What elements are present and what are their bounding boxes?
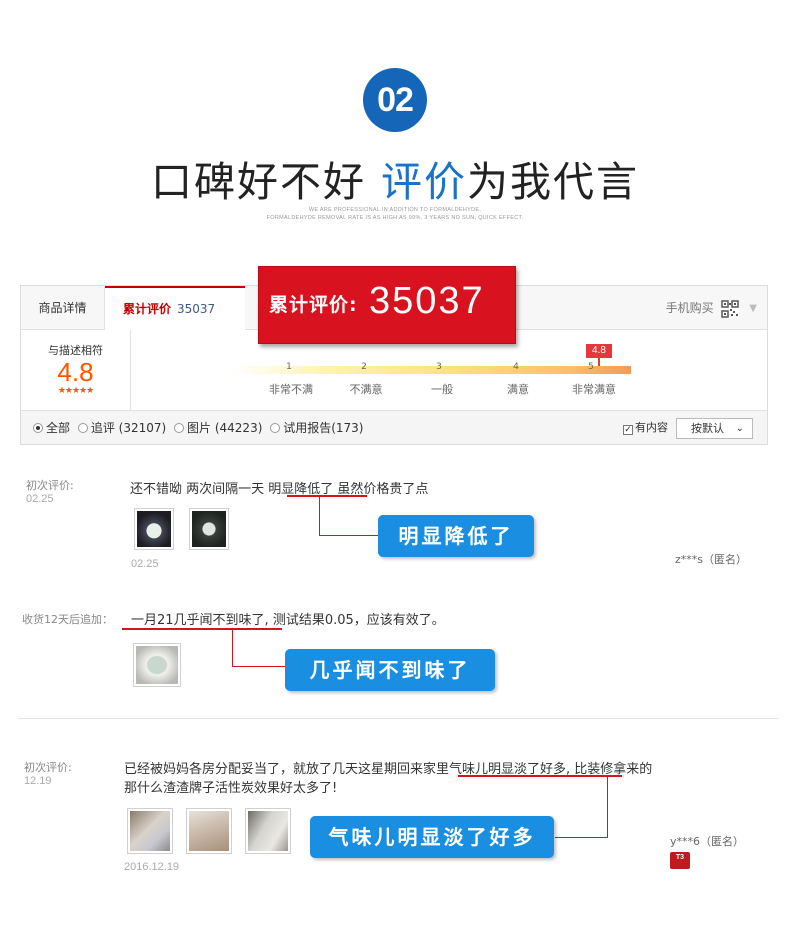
member-level-badge: T3 [670, 852, 690, 869]
callout-connector [319, 535, 379, 536]
scale-label-2: 不满意 [349, 383, 383, 396]
review-photo[interactable] [245, 808, 291, 854]
followup-text-post: 测试结果0.05，应该有效了。 [268, 613, 445, 628]
followup-text: 一月21几乎闻不到味了, 测试结果0.05，应该有效了。 [131, 609, 445, 628]
scale-tick-4: 4 [513, 362, 519, 372]
mobile-buy-button[interactable]: 手机购买 ▼ [666, 296, 757, 320]
reviewer-name: y***6（匿名） [670, 835, 745, 848]
sort-select[interactable]: 按默认 ⌄ [676, 418, 753, 439]
callout-label: 几乎闻不到味了 [285, 649, 495, 691]
review-divider [18, 718, 778, 719]
scale-tick-3: 3 [436, 362, 442, 372]
total-reviews-label: 累计评价: [269, 294, 358, 316]
highlight-underline [458, 775, 622, 777]
subtitle-line-1: WE ARE PROFESSIONAL IN ADDITION TO FORMA… [308, 207, 482, 213]
callout-label: 明显降低了 [378, 515, 534, 557]
photo-thumbnail [136, 646, 178, 684]
review-photo[interactable] [134, 508, 174, 550]
review-text: 还不错呦 两次间隔一天 明显降低了 虽然价格贵了点 [130, 478, 428, 497]
scale-label-4: 满意 [507, 383, 529, 396]
scale-tick-2: 2 [361, 362, 367, 372]
filter-options: 全部 追评 (32107) 图片 (44223) 试用报告(173) [33, 411, 368, 445]
first-review-date: 12.19 [24, 775, 52, 787]
tab-reviews-label: 累计评价 [123, 302, 172, 316]
radio-icon [270, 423, 281, 433]
photo-date: 2016.12.19 [124, 861, 180, 873]
radio-icon [174, 423, 185, 433]
callout-connector [607, 777, 608, 838]
scale-label-3: 一般 [431, 383, 453, 396]
reviewer-name: z***s（匿名） [675, 553, 748, 566]
photo-date: 02.25 [131, 558, 159, 570]
photo-thumbnail [137, 511, 171, 547]
callout-connector [232, 666, 286, 667]
first-review-label: 初次评价: [26, 479, 74, 492]
highlight-underline [122, 628, 282, 630]
callout-connector [319, 497, 320, 536]
review-text-pre: 还不错呦 两次间隔一天 [130, 482, 269, 497]
title-black: 口碑好不好 [150, 158, 366, 206]
followup-label: 收货12天后追加： [22, 613, 113, 626]
has-content-label: 有内容 [635, 421, 668, 434]
callout-connector [232, 630, 233, 667]
sort-select-value: 按默认 [691, 422, 724, 435]
total-reviews-count: 35037 [369, 280, 485, 322]
review-text-line-2: 那什么渣渣牌子活性炭效果好太多了! [124, 781, 338, 796]
callout-label: 气味儿明显淡了好多 [310, 816, 554, 858]
review-photo[interactable] [127, 808, 173, 854]
filter-followup-label: 追评 (32107) [90, 421, 167, 435]
chevron-down-icon: ▼ [749, 302, 757, 314]
photo-thumbnail [189, 811, 229, 851]
filter-images[interactable]: 图片 (44223) [174, 421, 262, 435]
subtitle-line-2: FORMALDEHYDE REMOVAL RATE IS AS HIGH AS … [266, 215, 524, 221]
rating-flag: 4.8 [586, 344, 612, 358]
total-reviews-banner: 累计评价: 35037 [258, 266, 516, 344]
review-photo[interactable] [133, 643, 181, 687]
photo-thumbnail [130, 811, 170, 851]
review-photo[interactable] [189, 508, 229, 550]
review-text-pre: 已经被妈妈各房分配妥当了，就放了几天这星期回来 [124, 762, 424, 777]
photo-thumbnail [248, 811, 288, 851]
followup-text-highlight: 一月21几乎闻不到味了, [131, 613, 269, 628]
scale-label-1: 非常不满 [269, 383, 313, 396]
title-rest: 为我代言 [467, 158, 640, 206]
mobile-buy-label: 手机购买 [665, 301, 714, 315]
tab-product-details[interactable]: 商品详情 [21, 286, 105, 330]
checkbox-checked-icon: ✓ [623, 425, 633, 435]
first-review-date: 02.25 [26, 493, 54, 505]
tab-reviews[interactable]: 累计评价 35037 [105, 286, 245, 331]
scale-tick-5: 5 [588, 362, 594, 372]
filter-images-label: 图片 (44223) [187, 421, 263, 435]
title-blue: 评价 [381, 158, 468, 206]
callout-connector [555, 837, 608, 838]
chevron-down-icon: ⌄ [735, 423, 744, 434]
filter-all-label: 全部 [46, 421, 71, 435]
tab-reviews-count: 35037 [177, 302, 216, 316]
highlight-underline [287, 495, 367, 497]
radio-icon [77, 423, 88, 433]
section-title: 口碑好不好 评价为我代言 [0, 148, 790, 208]
filter-bar: 全部 追评 (32107) 图片 (44223) 试用报告(173) ✓ 有内容 … [21, 410, 767, 444]
rating-score-box: 与描述相符 4.8 ★★★★★ [21, 330, 131, 410]
qr-code-icon [721, 299, 740, 318]
has-content-checkbox[interactable]: ✓ 有内容 [623, 411, 668, 445]
first-review-label: 初次评价: [24, 761, 72, 774]
scale-label-5: 非常满意 [572, 383, 616, 396]
review-photo[interactable] [186, 808, 232, 854]
rating-score: 4.8 [57, 357, 94, 387]
photo-thumbnail [192, 511, 226, 547]
filter-trial-label: 试用报告(173) [283, 421, 364, 435]
radio-checked-icon [33, 423, 43, 433]
filter-all[interactable]: 全部 [33, 421, 70, 435]
filter-followup[interactable]: 追评 (32107) [77, 421, 167, 435]
rating-label: 与描述相符 [48, 344, 103, 357]
scale-tick-1: 1 [286, 362, 292, 372]
rating-stars: ★★★★★ [57, 386, 94, 396]
section-number-badge: 02 [363, 68, 427, 132]
filter-trial-report[interactable]: 试用报告(173) [270, 421, 364, 435]
